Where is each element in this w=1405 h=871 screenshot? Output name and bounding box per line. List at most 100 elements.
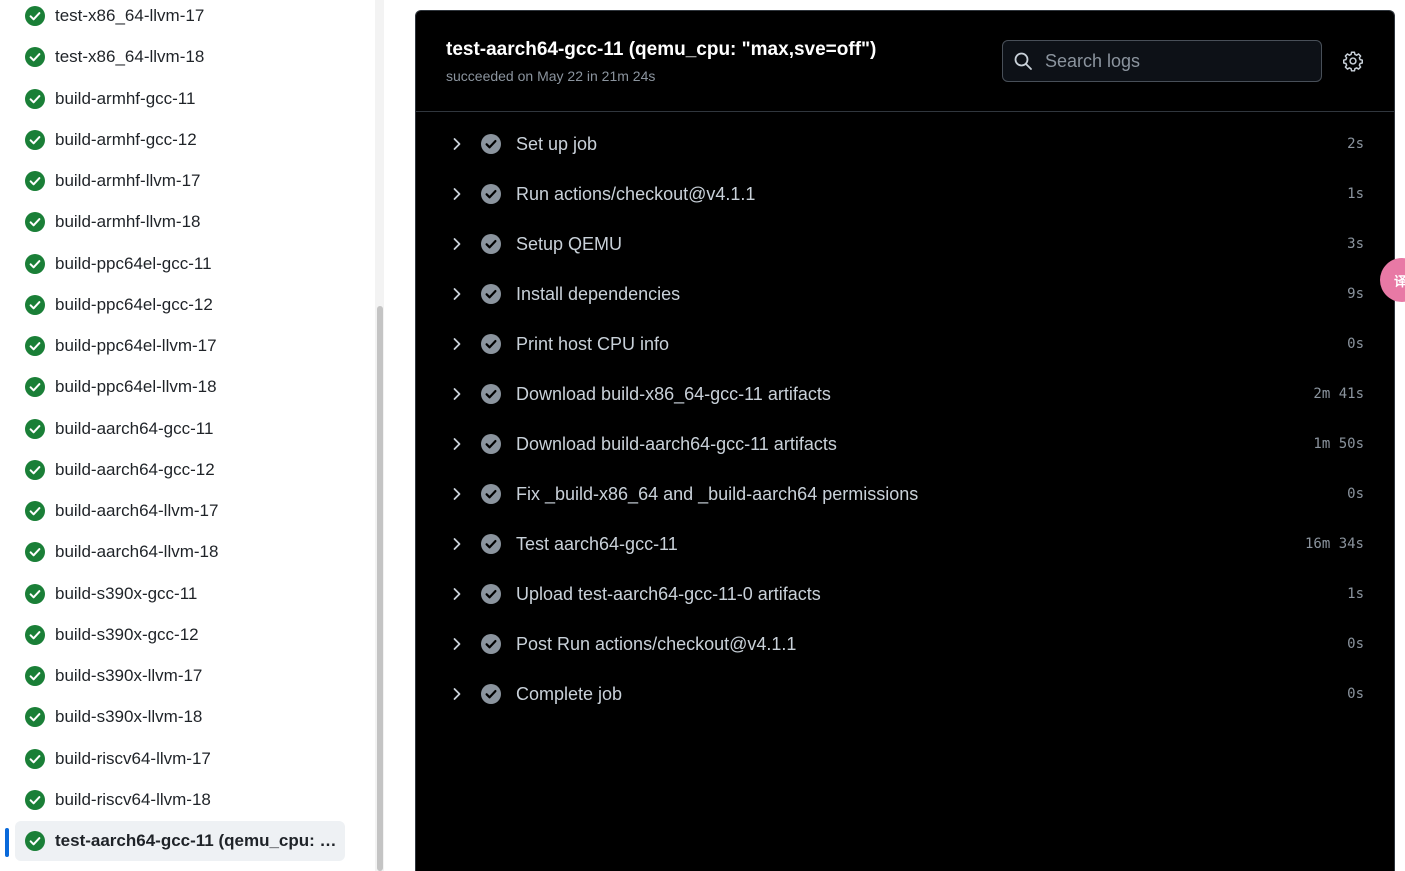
log-step-name: Download build-aarch64-gcc-11 artifacts: [516, 433, 837, 454]
job-list-item-label: build-ppc64el-llvm-17: [55, 336, 217, 355]
check-circle-fill-icon: [25, 418, 45, 439]
log-step-name: Test aarch64-gcc-11: [516, 533, 678, 554]
log-step-name: Complete job: [516, 683, 623, 704]
sidebar-scrollbar-thumb[interactable]: [377, 306, 383, 871]
job-list-item[interactable]: build-riscv64-llvm-17: [15, 739, 345, 779]
check-circle-fill-icon: [25, 459, 45, 480]
job-list-item[interactable]: build-aarch64-gcc-12: [15, 450, 345, 490]
job-list-item[interactable]: build-s390x-llvm-17: [15, 656, 345, 696]
job-list-item-label: build-ppc64el-gcc-11: [55, 253, 212, 273]
check-circle-fill-icon: [25, 129, 45, 150]
log-step-row[interactable]: Fix _build-x86_64 and _build-aarch64 per…: [416, 469, 1394, 519]
log-step-row[interactable]: Setup QEMU 3s: [416, 219, 1394, 269]
job-list-item-label: build-aarch64-gcc-12: [55, 459, 215, 479]
log-step-row[interactable]: Set up job 2s: [416, 119, 1394, 169]
job-list-item[interactable]: build-s390x-gcc-11: [15, 574, 345, 614]
job-list-item[interactable]: test-x86_64-llvm-18: [15, 37, 345, 77]
log-step-duration: 16m 34s: [1304, 536, 1364, 552]
log-step-row[interactable]: Install dependencies 9s: [416, 269, 1394, 319]
job-list-item[interactable]: build-ppc64el-gcc-12: [15, 285, 345, 325]
job-run-summary: succeeded on May 22 in 21m 24s: [446, 68, 656, 84]
chevron-right-icon: [453, 288, 461, 300]
check-circle-fill-icon: [25, 336, 45, 356]
job-list-item-label: build-aarch64-gcc-11: [55, 418, 214, 438]
step-success-icon: [481, 684, 501, 704]
chevron-right-icon: [453, 688, 461, 700]
check-circle-fill-icon: [25, 294, 45, 315]
job-list-item-label: build-riscv64-llvm-18: [55, 789, 211, 809]
job-list-item[interactable]: build-armhf-gcc-11: [15, 79, 345, 119]
check-circle-fill-icon: [25, 707, 45, 728]
log-step-name: Print host CPU info: [516, 333, 670, 354]
step-success-icon: [481, 584, 501, 604]
job-list-item[interactable]: build-ppc64el-llvm-18: [15, 367, 345, 407]
log-step-duration: 1m 50s: [1313, 436, 1364, 452]
search-logs-input[interactable]: [1043, 49, 1307, 73]
job-list-item[interactable]: test-x86_64-llvm-17: [15, 0, 345, 36]
job-list-item[interactable]: build-aarch64-gcc-11: [15, 409, 345, 449]
log-step-name: Download build-x86_64-gcc-11 artifacts: [516, 383, 831, 404]
log-step-name: Run actions/checkout@v4.1.1: [516, 183, 756, 204]
step-success-icon: [481, 334, 501, 354]
log-step-row[interactable]: Upload test-aarch64-gcc-11-0 artifacts 1s: [416, 569, 1394, 619]
job-list-item-label: build-riscv64-llvm-17: [55, 748, 211, 768]
selected-job-marker: [5, 828, 9, 857]
log-step-duration: 2s: [1347, 136, 1364, 152]
search-logs-box[interactable]: [1002, 40, 1322, 82]
chevron-right-icon: [453, 388, 461, 400]
chevron-right-icon: [453, 438, 461, 450]
job-list-item[interactable]: build-armhf-llvm-17: [15, 161, 345, 201]
chevron-right-icon: [453, 588, 461, 600]
chevron-right-icon: [453, 638, 461, 650]
log-step-row[interactable]: Post Run actions/checkout@v4.1.1 0s: [416, 619, 1394, 669]
step-success-icon: [481, 534, 501, 554]
job-log-panel: test-aarch64-gcc-11 (qemu_cpu: "max,sve=…: [415, 10, 1395, 871]
check-circle-fill-icon: [25, 748, 45, 769]
job-list-item[interactable]: build-s390x-gcc-12: [15, 615, 345, 655]
chevron-right-icon: [453, 538, 461, 550]
log-step-duration: 0s: [1347, 636, 1364, 652]
job-list-item[interactable]: build-armhf-llvm-18: [15, 202, 345, 242]
log-step-row[interactable]: Run actions/checkout@v4.1.1 1s: [416, 169, 1394, 219]
log-step-row[interactable]: Print host CPU info 0s: [416, 319, 1394, 369]
job-list-item[interactable]: build-armhf-gcc-12: [15, 120, 345, 160]
job-list-item[interactable]: build-aarch64-llvm-17: [15, 491, 345, 531]
job-list-item-label: build-armhf-gcc-11: [55, 88, 196, 108]
step-success-icon: [481, 384, 501, 404]
job-list-item-label: build-aarch64-llvm-17: [55, 501, 219, 520]
log-step-row[interactable]: Download build-aarch64-gcc-11 artifacts 1…: [416, 419, 1394, 469]
check-circle-fill-icon: [25, 377, 45, 398]
log-step-duration: 1s: [1347, 186, 1364, 202]
check-circle-fill-icon: [25, 666, 45, 686]
job-list-item[interactable]: test-aarch64-gcc-11 (qemu_cpu: "max,sve=…: [15, 821, 345, 861]
log-step-name: Post Run actions/checkout@v4.1.1: [516, 633, 797, 654]
log-step-name: Set up job: [516, 133, 598, 154]
log-settings-button[interactable]: [1340, 48, 1366, 74]
check-circle-fill-icon: [25, 501, 45, 521]
check-circle-fill-icon: [25, 789, 45, 810]
log-step-duration: 3s: [1347, 236, 1364, 252]
step-success-icon: [481, 184, 501, 204]
step-success-icon: [481, 134, 501, 154]
job-list-item-label: build-aarch64-llvm-18: [55, 542, 219, 562]
chevron-right-icon: [453, 488, 461, 500]
step-success-icon: [481, 434, 501, 454]
log-step-row[interactable]: Test aarch64-gcc-11 16m 34s: [416, 519, 1394, 569]
job-list-item[interactable]: build-riscv64-llvm-18: [15, 780, 345, 820]
job-list-item-label: build-armhf-gcc-12: [55, 129, 197, 149]
translate-badge-label: 译: [1394, 273, 1405, 289]
check-circle-fill-icon: [25, 88, 45, 109]
job-list-item-label: build-ppc64el-llvm-18: [55, 377, 217, 397]
step-success-icon: [481, 484, 501, 504]
check-circle-fill-icon: [25, 583, 45, 604]
job-list-item[interactable]: build-ppc64el-gcc-11: [15, 244, 345, 284]
job-list-item[interactable]: build-s390x-llvm-18: [15, 697, 345, 737]
job-list-item[interactable]: build-aarch64-llvm-18: [15, 532, 345, 572]
job-list-item-label: test-aarch64-gcc-11 (qemu_cpu: "max,sve=…: [55, 831, 337, 850]
job-list-item-label: test-x86_64-llvm-18: [55, 47, 205, 67]
log-step-row[interactable]: Complete job 0s: [416, 669, 1394, 719]
log-step-duration: 0s: [1347, 336, 1364, 352]
check-circle-fill-icon: [25, 171, 45, 191]
log-step-row[interactable]: Download build-x86_64-gcc-11 artifacts 2m…: [416, 369, 1394, 419]
job-list-item[interactable]: build-ppc64el-llvm-17: [15, 326, 345, 366]
